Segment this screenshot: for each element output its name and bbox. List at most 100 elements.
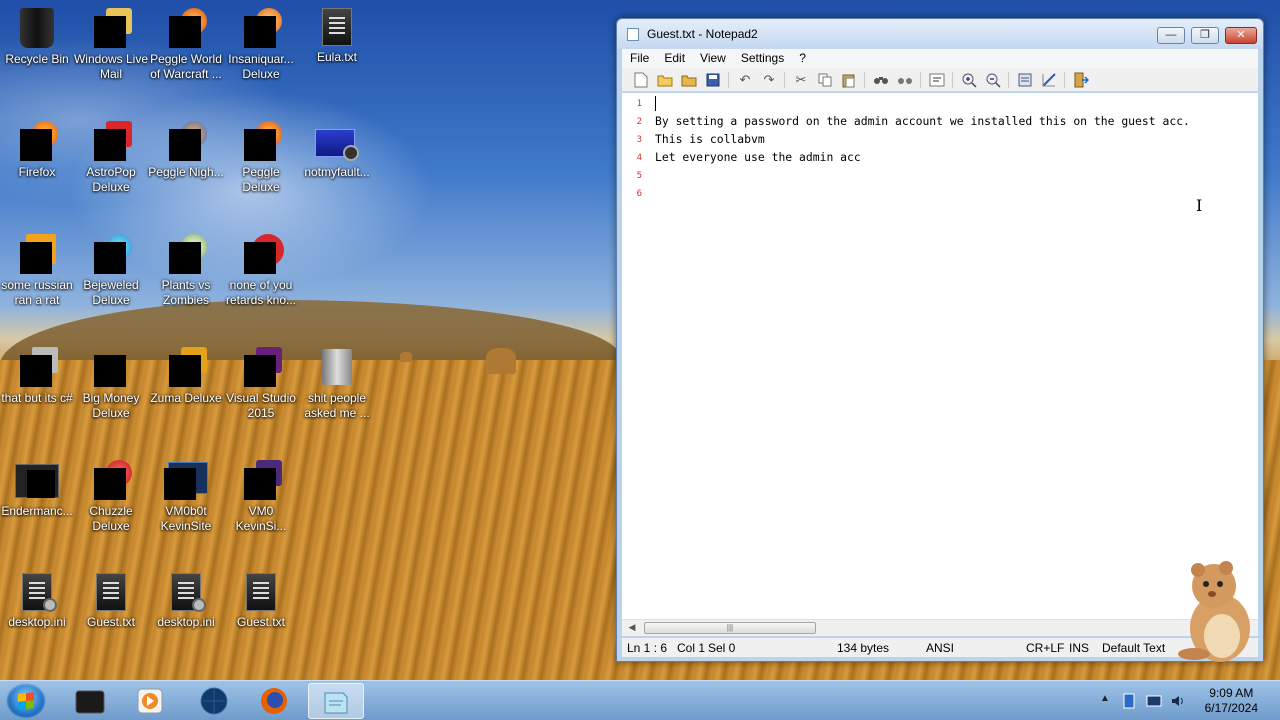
- desktop-icon-label: Bejeweled Deluxe: [83, 278, 139, 307]
- desktop-icon-notmyfault[interactable]: notmyfault...: [299, 121, 375, 180]
- exit-icon[interactable]: [1072, 71, 1090, 89]
- desktop-icon-russian-rat[interactable]: some russian ran a rat: [0, 234, 75, 308]
- status-line-ending[interactable]: CR+LF: [1026, 641, 1064, 655]
- taskbar-app-media-player[interactable]: [122, 683, 178, 719]
- word-wrap-icon[interactable]: [928, 71, 946, 89]
- desktop-icon-shit-people[interactable]: shit people asked me ...: [299, 347, 375, 421]
- desktop-icon-desktop-ini[interactable]: desktop.ini: [0, 573, 75, 630]
- customize-icon[interactable]: [1040, 71, 1058, 89]
- text-line[interactable]: By setting a password on the admin accou…: [655, 114, 1190, 128]
- desktop-icon-windows-live-mail[interactable]: Windows Live Mail: [73, 8, 149, 82]
- show-hidden-icons-icon[interactable]: ▲: [1100, 693, 1110, 704]
- desktop-icon-guest-txt[interactable]: Guest.txt: [73, 573, 149, 630]
- taskbar-app-terminal[interactable]: [62, 683, 118, 719]
- desktop-icon-chuzzle[interactable]: Chuzzle Deluxe: [73, 460, 149, 534]
- cut-icon[interactable]: ✂: [792, 71, 810, 89]
- notepad2-window[interactable]: Guest.txt - Notepad2 — ❐ ✕ File Edit View S…: [616, 18, 1264, 662]
- clock-time: 9:09 AM: [1209, 686, 1254, 700]
- undo-icon[interactable]: ↶: [736, 71, 754, 89]
- zoom-out-icon[interactable]: [984, 71, 1002, 89]
- desktop-icon-none-of-you[interactable]: none of you retards kno...: [223, 234, 299, 308]
- desktop-icon-label: that but its c#: [1, 391, 73, 405]
- network-tray-icon[interactable]: [1122, 693, 1138, 709]
- open-folder-icon[interactable]: [656, 71, 674, 89]
- desktop-icon-firefox[interactable]: Firefox: [0, 121, 75, 180]
- toolbar-separator: [728, 72, 729, 88]
- desktop-icon-label: Recycle Bin: [5, 52, 69, 66]
- desktop-icon-vm0-kevinsite[interactable]: VM0 KevinSi...: [223, 460, 299, 534]
- desktop-icon-label: Zuma Deluxe: [150, 391, 222, 405]
- big-money-icon: [94, 347, 128, 387]
- copy-icon[interactable]: [816, 71, 834, 89]
- browse-icon[interactable]: [680, 71, 698, 89]
- desktop-icon-peggle-nights[interactable]: Peggle Nigh...: [148, 121, 224, 180]
- desktop-icon-insaniquarium[interactable]: Insaniquar... Deluxe: [223, 8, 299, 82]
- text-line[interactable]: Let everyone use the admin acc: [655, 150, 861, 164]
- desktop-icon-endermanch[interactable]: Endermanc...: [0, 460, 75, 519]
- save-icon[interactable]: [704, 71, 722, 89]
- desktop-icon-bejeweled[interactable]: Bejeweled Deluxe: [73, 234, 149, 308]
- line-number: 4: [636, 153, 642, 163]
- menu-file[interactable]: File: [622, 49, 656, 65]
- desktop-icon-recycle-bin[interactable]: Recycle Bin: [0, 8, 75, 67]
- desktop-icon-big-money[interactable]: Big Money Deluxe: [73, 347, 149, 421]
- horizontal-scrollbar[interactable]: ◀ |||: [622, 619, 1258, 636]
- menu-settings[interactable]: Settings: [733, 49, 791, 65]
- hamster-mascot: [1178, 561, 1250, 662]
- title-bar[interactable]: Guest.txt - Notepad2 — ❐ ✕: [617, 19, 1263, 49]
- desktop-icon-label: shit people asked me ...: [304, 391, 370, 420]
- replace-icon[interactable]: [896, 71, 914, 89]
- monitor-tray-icon[interactable]: [1146, 693, 1162, 709]
- find-icon[interactable]: [872, 71, 890, 89]
- peggle-icon: [169, 8, 207, 48]
- desktop-icon-label: Insaniquar... Deluxe: [228, 52, 294, 81]
- status-encoding[interactable]: ANSI: [926, 641, 954, 655]
- desktop-icon-peggle-wow[interactable]: Peggle World of Warcraft ...: [148, 8, 224, 82]
- desktop-icon-desktop-ini[interactable]: desktop.ini: [148, 573, 224, 630]
- desktop-icon-label: desktop.ini: [8, 615, 66, 629]
- new-file-icon[interactable]: [632, 71, 650, 89]
- desktop-icon-label: Guest.txt: [236, 615, 286, 629]
- volume-tray-icon[interactable]: [1170, 693, 1186, 709]
- desktop-icon-guest-txt[interactable]: Guest.txt: [223, 573, 299, 630]
- taskbar-app-firefox[interactable]: [246, 683, 302, 719]
- taskbar-clock[interactable]: 9:09 AM 6/17/2024: [1205, 686, 1258, 716]
- scheme-icon[interactable]: [1016, 71, 1034, 89]
- zoom-in-icon[interactable]: [960, 71, 978, 89]
- desktop-icon-vm0b0t[interactable]: VM0b0t KevinSite: [148, 460, 224, 534]
- desktop-icon-that-but-csharp[interactable]: that but its c#: [0, 347, 75, 406]
- desktop-icon-eula[interactable]: Eula.txt: [299, 8, 375, 65]
- maximize-button[interactable]: ❐: [1191, 27, 1219, 44]
- menu-edit[interactable]: Edit: [656, 49, 692, 65]
- ini-file-icon: [171, 573, 206, 612]
- recycle-bin-icon: [20, 8, 54, 48]
- taskbar-app-notepad2[interactable]: [308, 683, 364, 719]
- minimize-button[interactable]: —: [1157, 27, 1185, 44]
- taskbar-app-globe[interactable]: [186, 683, 242, 719]
- start-button[interactable]: [6, 683, 46, 719]
- desktop-icon-label: VM0b0t KevinSite: [160, 504, 212, 533]
- vm0-icon: [244, 460, 282, 500]
- desktop-icon-astropop[interactable]: AstroPop Deluxe: [73, 121, 149, 195]
- text-line[interactable]: This is collabvm: [655, 132, 765, 146]
- menu-help[interactable]: ?: [791, 49, 813, 65]
- desktop-icon-plants-vs-zombies[interactable]: Plants vs Zombies: [148, 234, 224, 308]
- desktop-icon-peggle-deluxe[interactable]: Peggle Deluxe: [223, 121, 299, 195]
- text-editor[interactable]: 1 2 3 4 5 6 By setting a password on the…: [622, 93, 1258, 619]
- menu-view[interactable]: View: [692, 49, 733, 65]
- desktop-icon-label: Guest.txt: [86, 615, 136, 629]
- redo-icon[interactable]: ↷: [760, 71, 778, 89]
- scroll-left-icon[interactable]: ◀: [625, 622, 639, 634]
- status-scheme[interactable]: Default Text: [1102, 641, 1165, 655]
- desktop-icon-visual-studio[interactable]: Visual Studio 2015: [223, 347, 299, 421]
- paste-icon[interactable]: [840, 71, 858, 89]
- scrollbar-thumb[interactable]: |||: [644, 622, 816, 634]
- fish-icon: [244, 8, 282, 48]
- close-button[interactable]: ✕: [1225, 27, 1257, 44]
- hay-bale: [486, 348, 516, 374]
- desktop-icon-zuma[interactable]: Zuma Deluxe: [148, 347, 224, 406]
- status-bar: Ln 1 : 6 Col 1 Sel 0 134 bytes ANSI CR+L…: [622, 637, 1258, 657]
- toolbar-separator: [784, 72, 785, 88]
- desktop-icon-label: Eula.txt: [316, 50, 358, 64]
- toolbar-separator: [920, 72, 921, 88]
